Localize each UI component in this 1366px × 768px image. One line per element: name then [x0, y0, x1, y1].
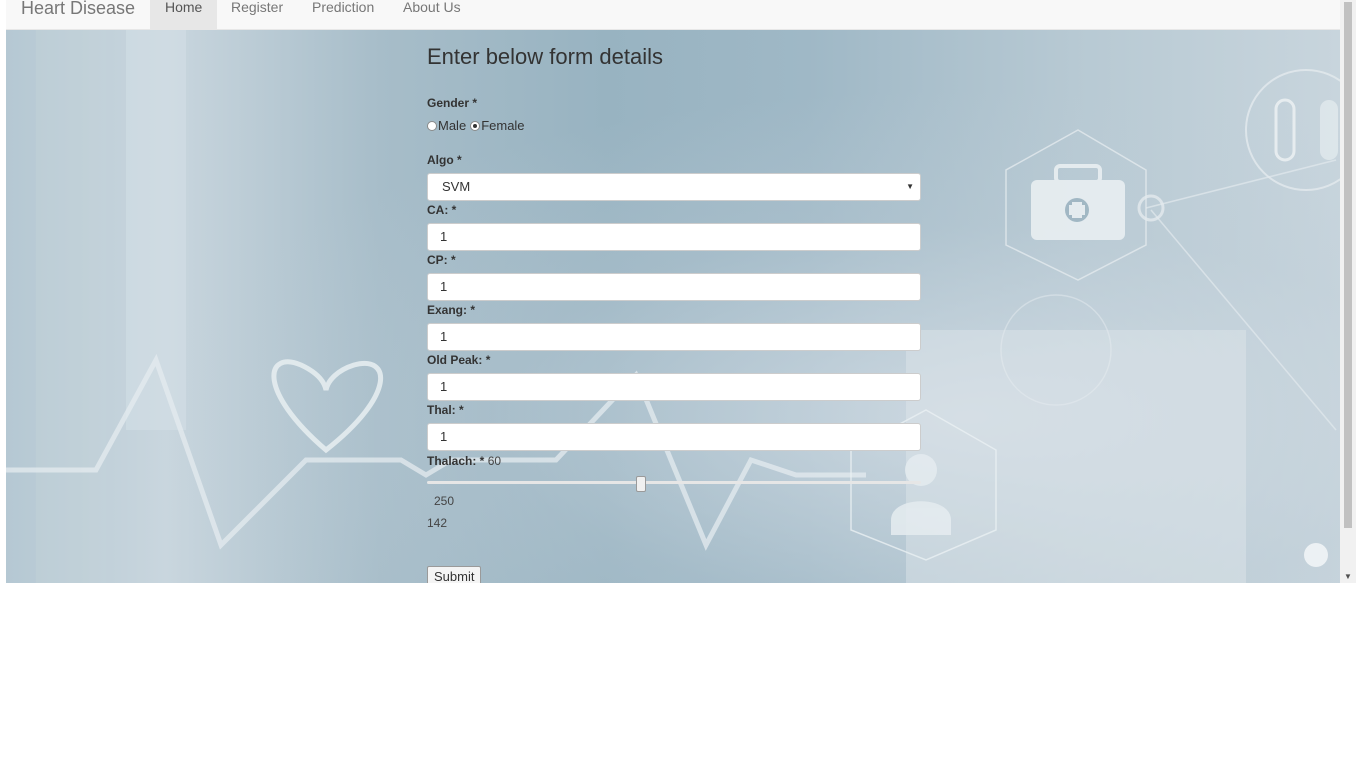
- gender-radio-group: Male Female: [427, 118, 525, 133]
- nav-item-about-us[interactable]: About Us: [388, 0, 476, 30]
- vertical-scrollbar[interactable]: ▼: [1340, 0, 1356, 583]
- old-peak-label: Old Peak: *: [427, 353, 491, 367]
- background-illustration: [6, 30, 1340, 583]
- heart-icon: [271, 359, 384, 454]
- algo-select[interactable]: SVM ▼: [427, 173, 921, 201]
- thal-label: Thal: *: [427, 403, 464, 417]
- exang-label: Exang: *: [427, 303, 476, 317]
- test-tube-icon: [1274, 98, 1296, 162]
- chevron-down-icon: ▼: [906, 182, 914, 191]
- ca-label: CA: *: [427, 203, 457, 217]
- cp-input[interactable]: 1: [427, 273, 921, 301]
- thalach-label-text: Thalach: *: [427, 454, 485, 468]
- thalach-max-label: 250: [434, 494, 455, 508]
- thal-input[interactable]: 1: [427, 423, 921, 451]
- browser-viewport: Heart Disease Home Register Prediction A…: [6, 0, 1356, 583]
- slider-thumb[interactable]: [636, 476, 646, 492]
- old-peak-input[interactable]: 1: [427, 373, 921, 401]
- gender-female-radio[interactable]: [470, 120, 481, 131]
- nav-item-prediction[interactable]: Prediction: [297, 0, 389, 30]
- scrollbar-thumb[interactable]: [1344, 2, 1352, 528]
- gender-male-label: Male: [438, 118, 467, 133]
- thalach-slider[interactable]: [427, 476, 921, 492]
- top-navbar: Heart Disease Home Register Prediction A…: [6, 0, 1340, 30]
- ca-input[interactable]: 1: [427, 223, 921, 251]
- cp-label: CP: *: [427, 253, 456, 267]
- thalach-min-label: 60: [487, 454, 502, 468]
- thalach-label: Thalach: * 60: [427, 454, 501, 468]
- nav-item-register[interactable]: Register: [216, 0, 298, 30]
- scroll-down-arrow-icon[interactable]: ▼: [1344, 572, 1352, 581]
- nav-item-home[interactable]: Home: [150, 0, 218, 30]
- thalach-current-value: 142: [427, 516, 448, 530]
- algo-label: Algo *: [427, 153, 462, 167]
- gender-male-radio[interactable]: [427, 120, 437, 131]
- submit-button[interactable]: Submit: [427, 566, 482, 583]
- exang-input[interactable]: 1: [427, 323, 921, 351]
- form-title: Enter below form details: [427, 44, 663, 69]
- algo-selected-value: SVM: [442, 179, 471, 194]
- gender-label: Gender *: [427, 96, 478, 110]
- gender-female-label: Female: [481, 118, 525, 133]
- brand-title[interactable]: Heart Disease: [21, 0, 135, 19]
- medical-background: [6, 30, 1340, 583]
- slider-track: [427, 481, 921, 484]
- first-aid-kit-icon: [1031, 164, 1125, 240]
